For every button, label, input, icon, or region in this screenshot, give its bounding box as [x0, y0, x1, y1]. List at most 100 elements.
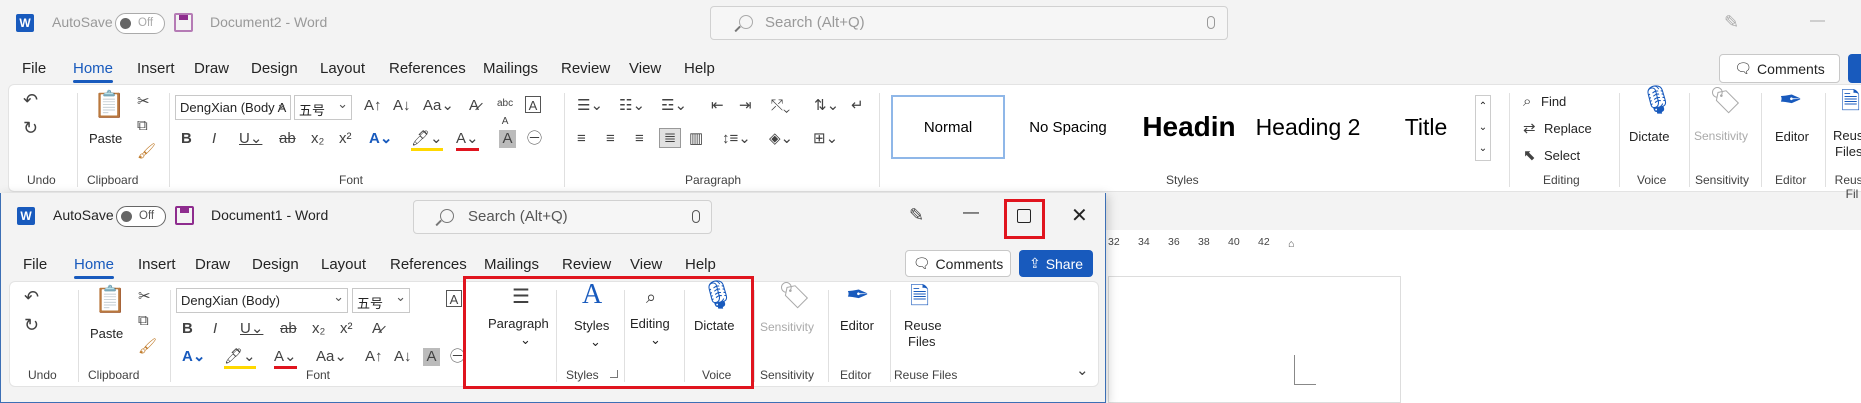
sort-icon[interactable]: ⇅⌄	[814, 97, 839, 115]
show-formatting-icon[interactable]: ↵	[851, 97, 864, 115]
undo-icon[interactable]: ↶	[24, 288, 39, 306]
replace-icon[interactable]: ⇄	[1523, 120, 1536, 138]
grow-font-icon[interactable]: A↑	[364, 97, 382, 115]
tab-home[interactable]: Home	[73, 60, 114, 83]
enclose-character-icon[interactable]: ㊀	[527, 130, 542, 148]
grow-font-icon[interactable]: A↑	[365, 348, 383, 366]
sensitivity-button[interactable]: Sensitivity	[1694, 129, 1748, 143]
tab-insert[interactable]: Insert	[137, 60, 175, 77]
italic-icon[interactable]: I	[212, 130, 216, 148]
reuse-files-button-line2[interactable]: Files	[908, 334, 935, 349]
chinese-layout-icon[interactable]: ⤲⌄	[771, 97, 790, 115]
font-size-combo[interactable]: 五号	[294, 95, 352, 120]
clear-formatting-icon[interactable]: A̷	[469, 97, 479, 115]
borders-icon[interactable]: ⊞⌄	[813, 130, 838, 148]
tab-mailings[interactable]: Mailings	[483, 60, 538, 77]
font-color-icon[interactable]: A⌄	[274, 348, 297, 369]
select-icon[interactable]: ⬉	[1523, 147, 1536, 165]
dictate-icon[interactable]: 🎙	[1639, 86, 1675, 114]
copy-icon[interactable]: ⧉	[138, 312, 149, 330]
text-effects-icon[interactable]: A⌄	[369, 130, 392, 148]
tab-draw[interactable]: Draw	[195, 256, 230, 273]
superscript-icon[interactable]: x²	[339, 130, 352, 148]
tab-help[interactable]: Help	[685, 256, 716, 273]
collapse-ribbon-icon[interactable]: ⌄	[1076, 362, 1089, 380]
redo-icon[interactable]: ↻	[24, 316, 39, 334]
character-border-icon[interactable]: A	[446, 290, 462, 307]
pen-icon[interactable]: ✎	[1724, 13, 1739, 31]
back-document-page[interactable]	[1108, 276, 1401, 403]
reuse-files-button[interactable]: Reuse	[904, 318, 942, 333]
bullets-icon[interactable]: ☰⌄	[577, 97, 603, 115]
cut-icon[interactable]: ✂	[137, 93, 150, 111]
autosave-toggle[interactable]: Off	[116, 206, 166, 227]
increase-indent-icon[interactable]: ⇥	[739, 97, 752, 115]
undo-icon[interactable]: ↶	[23, 91, 38, 109]
comments-button[interactable]: 🗨 Comments	[1719, 54, 1840, 83]
editor-button[interactable]: Editor	[840, 318, 874, 333]
character-shading-icon[interactable]: A	[499, 130, 516, 148]
copy-icon[interactable]: ⧉	[137, 117, 148, 135]
strikethrough-icon[interactable]: ab	[280, 320, 297, 338]
tab-draw[interactable]: Draw	[194, 60, 229, 77]
font-color-icon[interactable]: A⌄	[456, 130, 479, 151]
minimize-button[interactable]: —	[963, 204, 979, 222]
superscript-icon[interactable]: x²	[340, 320, 353, 338]
subscript-icon[interactable]: x₂	[312, 320, 325, 338]
justify-icon[interactable]: ≣	[659, 128, 681, 148]
multilevel-list-icon[interactable]: ☲⌄	[661, 97, 687, 115]
change-case-icon[interactable]: Aa⌄	[316, 348, 347, 366]
paste-button[interactable]: Paste	[89, 131, 122, 146]
distributed-icon[interactable]: ▥	[689, 130, 703, 148]
editor-icon[interactable]: ✒	[846, 281, 869, 309]
tab-help[interactable]: Help	[684, 60, 715, 77]
tab-layout[interactable]: Layout	[320, 60, 365, 77]
subscript-icon[interactable]: x₂	[311, 130, 324, 148]
tab-view[interactable]: View	[629, 60, 661, 77]
paste-button[interactable]: Paste	[90, 326, 123, 341]
tab-mailings[interactable]: Mailings	[484, 256, 539, 273]
tab-design[interactable]: Design	[251, 60, 298, 77]
microphone-icon[interactable]	[1207, 16, 1215, 29]
reuse-files-icon[interactable]: 🗎	[910, 285, 929, 309]
tab-home[interactable]: Home	[74, 256, 115, 279]
numbering-icon[interactable]: ☷⌄	[619, 97, 645, 115]
shrink-font-icon[interactable]: A↓	[394, 348, 412, 366]
save-icon[interactable]	[175, 206, 194, 225]
shading-icon[interactable]: ◈⌄	[769, 130, 793, 148]
find-icon[interactable]: ⌕	[1523, 93, 1531, 111]
sensitivity-icon[interactable]: 🏷	[778, 282, 811, 308]
microphone-icon[interactable]	[692, 210, 700, 223]
font-size-combo[interactable]: 五号	[352, 288, 410, 313]
character-shading-icon[interactable]: A	[423, 348, 440, 366]
style-title[interactable]: Title	[1371, 95, 1481, 159]
tab-references[interactable]: References	[389, 60, 466, 77]
line-spacing-icon[interactable]: ↕≡⌄	[722, 130, 751, 148]
tab-insert[interactable]: Insert	[138, 256, 176, 273]
tab-view[interactable]: View	[630, 256, 662, 273]
bold-icon[interactable]: B	[181, 130, 192, 148]
style-heading1[interactable]: Headin	[1133, 95, 1245, 159]
tab-design[interactable]: Design	[252, 256, 299, 273]
decrease-indent-icon[interactable]: ⇤	[711, 97, 724, 115]
underline-icon[interactable]: U⌄	[239, 130, 262, 148]
cut-icon[interactable]: ✂	[138, 288, 151, 306]
share-button[interactable]: ⇪ Share	[1019, 250, 1093, 277]
align-left-icon[interactable]: ≡	[577, 130, 586, 148]
share-button[interactable]: S	[1848, 54, 1861, 83]
style-heading2[interactable]: Heading 2	[1249, 95, 1367, 159]
change-case-icon[interactable]: Aa⌄	[423, 97, 454, 115]
underline-icon[interactable]: U⌄	[240, 320, 263, 338]
sensitivity-button[interactable]: Sensitivity	[760, 320, 814, 334]
format-painter-icon[interactable]: 🖌	[137, 143, 156, 161]
clear-formatting-icon[interactable]: A̷	[372, 320, 382, 338]
shrink-font-icon[interactable]: A↓	[393, 97, 411, 115]
tab-file[interactable]: File	[23, 256, 47, 273]
align-right-icon[interactable]: ≡	[635, 130, 644, 148]
highlight-color-icon[interactable]: 🖊⌄	[411, 130, 443, 151]
strikethrough-icon[interactable]: ab	[279, 130, 296, 148]
style-normal[interactable]: Normal	[891, 95, 1005, 159]
font-name-combo[interactable]: DengXian (Body A	[175, 95, 291, 120]
editor-icon[interactable]: ✒	[1779, 86, 1802, 114]
highlight-color-icon[interactable]: 🖊⌄	[224, 348, 256, 369]
